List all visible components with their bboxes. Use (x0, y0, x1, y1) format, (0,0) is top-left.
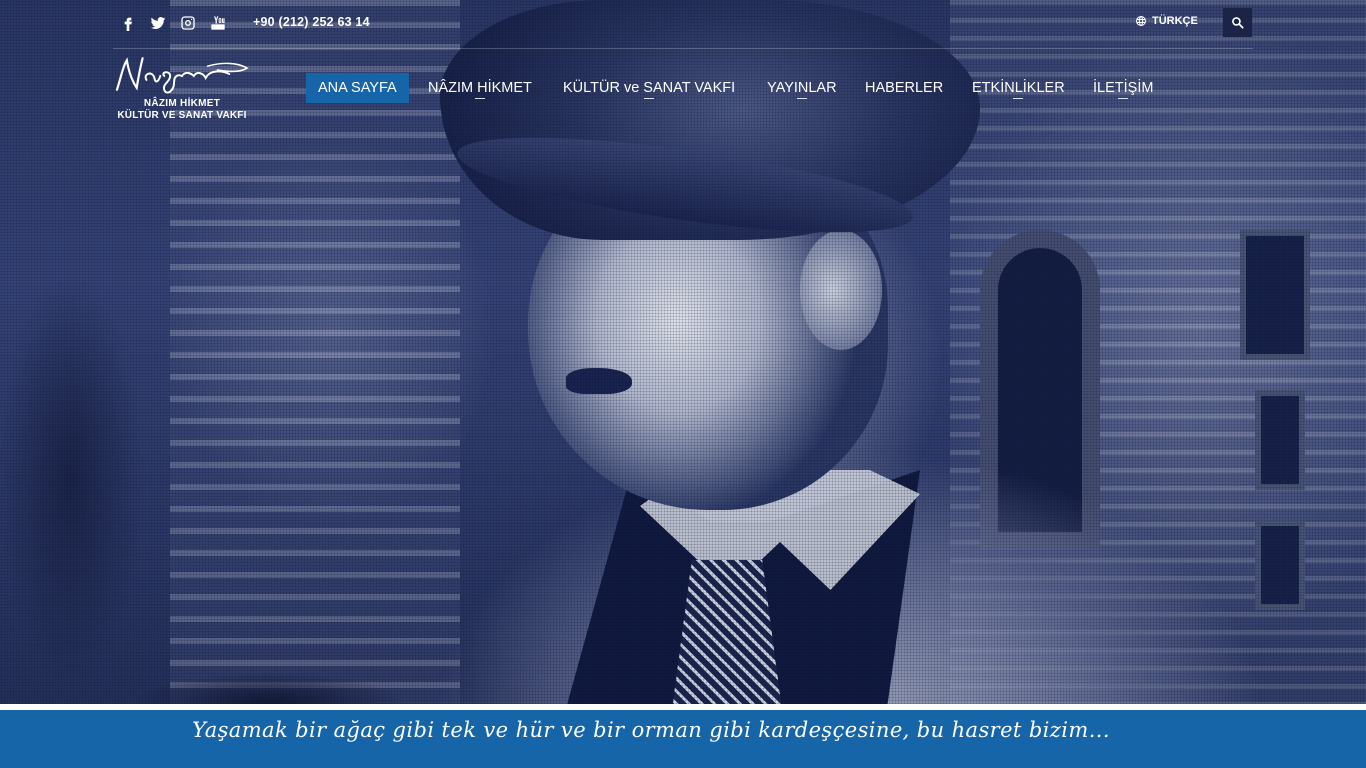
quote-banner: Yaşamak bir ağaç gibi tek ve hür ve bir … (0, 704, 1366, 768)
nav-item-label: ANA SAYFA (318, 80, 397, 96)
globe-icon (1136, 16, 1146, 26)
nav-item-yayinlar[interactable]: YAYINLAR (767, 73, 837, 103)
nav-item-label: ETKİNLİKLER (972, 80, 1065, 96)
top-bar-divider (113, 48, 1253, 49)
phone-number[interactable]: +90 (212) 252 63 14 (253, 15, 370, 29)
language-selector[interactable]: TÜRKÇE (1135, 15, 1198, 27)
instagram-icon[interactable] (179, 14, 197, 32)
dropdown-indicator-icon (796, 98, 807, 99)
quote-banner-top-strip (0, 704, 1366, 710)
dropdown-indicator-icon (1013, 98, 1024, 99)
signature-logo-icon (115, 57, 249, 94)
dropdown-indicator-icon (1118, 98, 1129, 99)
language-label: TÜRKÇE (1152, 15, 1198, 27)
top-bar: +90 (212) 252 63 14 TÜRKÇE (113, 0, 1253, 49)
search-icon (1232, 17, 1244, 29)
nav-item-ana-sayfa[interactable]: ANA SAYFA (306, 73, 409, 103)
nav-item-label: HABERLER (865, 80, 944, 96)
nav-item-iletisim[interactable]: İLETİŞİM (1093, 73, 1153, 103)
dropdown-indicator-icon (474, 98, 485, 99)
nav-item-label: KÜLTÜR ve SANAT VAKFI (563, 80, 736, 96)
nav-item-nazim-hikmet[interactable]: NÂZIM HİKMET (428, 73, 532, 103)
dropdown-indicator-icon (644, 98, 655, 99)
quote-text: Yaşamak bir ağaç gibi tek ve hür ve bir … (192, 718, 1110, 742)
youtube-icon[interactable] (209, 14, 227, 32)
nav-item-etkinlikler[interactable]: ETKİNLİKLER (972, 73, 1065, 103)
twitter-icon[interactable] (149, 14, 167, 32)
search-button[interactable] (1223, 8, 1252, 37)
nav-item-haberler[interactable]: HABERLER (865, 73, 943, 103)
nav-item-label: İLETİŞİM (1093, 80, 1154, 96)
site-logo[interactable]: NÂZIM HİKMET KÜLTÜR VE SANAT VAKFI (113, 52, 253, 124)
logo-line-1: NÂZIM HİKMET (143, 98, 221, 109)
nav-item-label: NÂZIM HİKMET (428, 80, 532, 96)
logo-line-2: KÜLTÜR VE SANAT VAKFI (117, 110, 247, 121)
nav-item-kultur-sanat-vakfi[interactable]: KÜLTÜR ve SANAT VAKFI (563, 73, 735, 103)
nav-item-label: YAYINLAR (767, 80, 837, 96)
facebook-icon[interactable] (119, 14, 137, 32)
